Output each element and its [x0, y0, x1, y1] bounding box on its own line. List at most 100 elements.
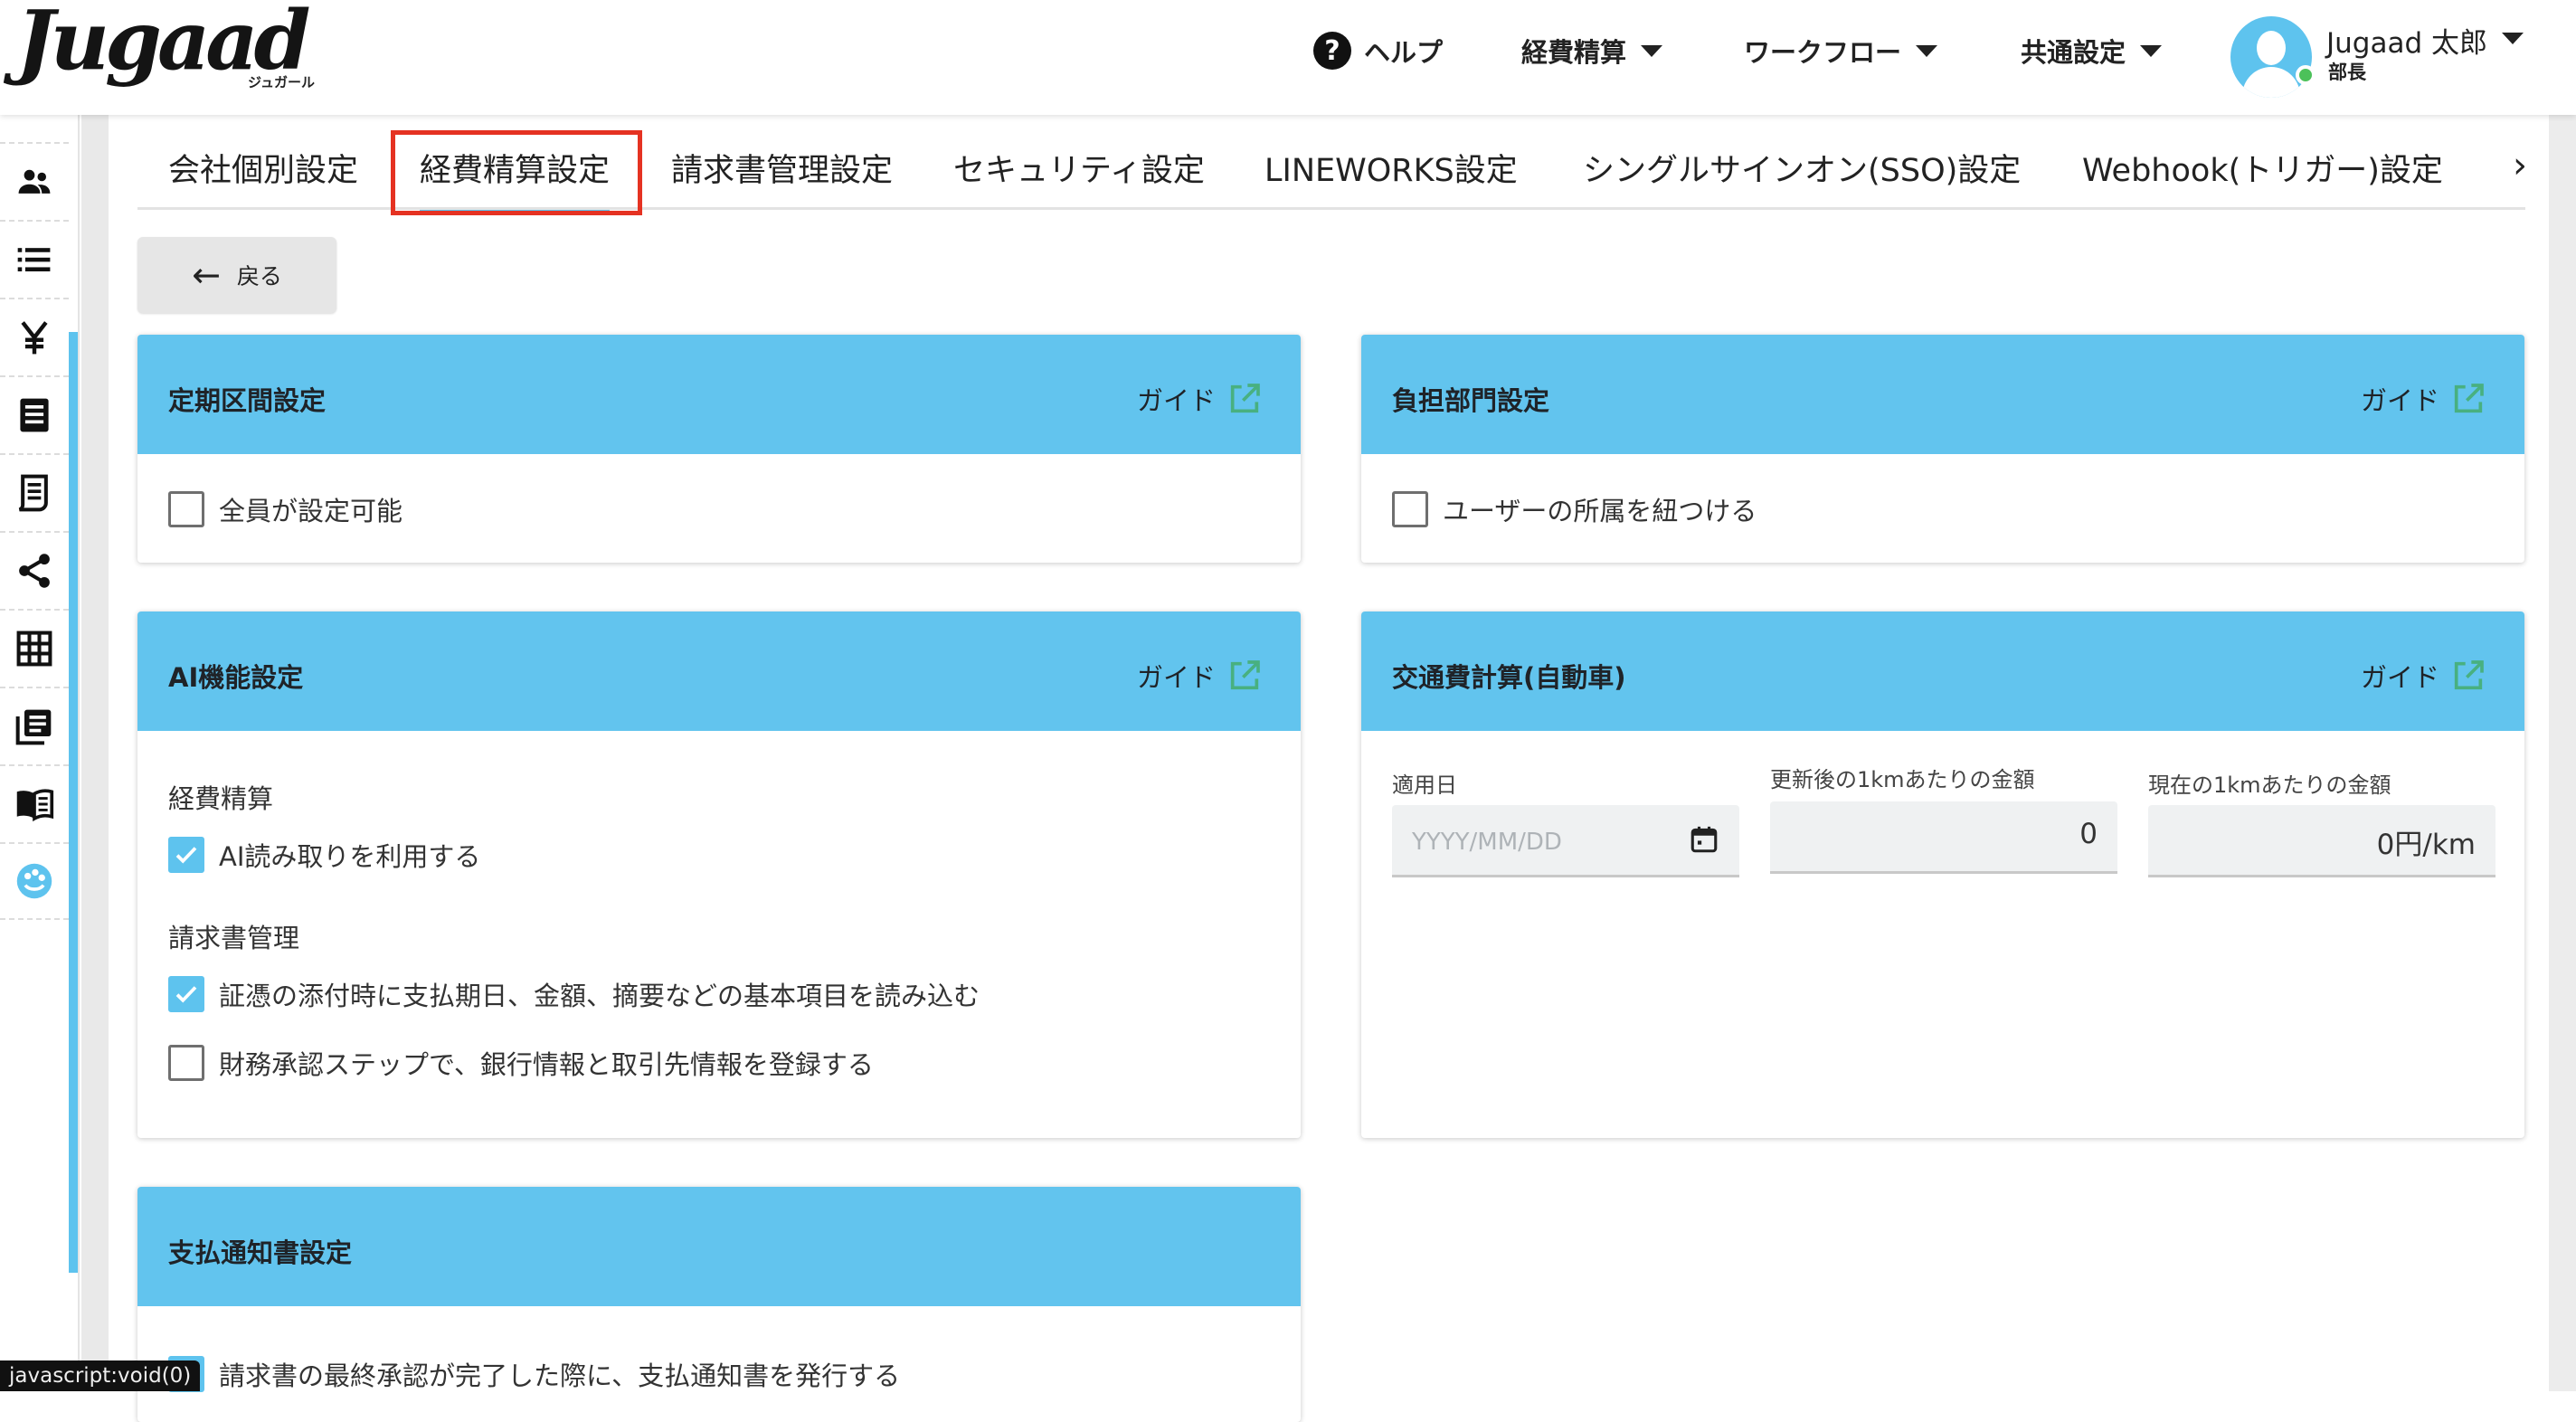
- content-right-gutter: [2549, 115, 2576, 1391]
- sidebar-item-invoices[interactable]: [0, 453, 69, 531]
- share-icon: [19, 554, 50, 588]
- checkbox-read-basic-fields[interactable]: 証憑の添付時に支払期日、金額、摘要などの基本項目を読み込む: [168, 975, 980, 1013]
- external-link-icon: [2454, 660, 2484, 690]
- chevron-down-icon: [1641, 44, 1663, 57]
- external-link-icon: [1230, 660, 1260, 690]
- nav-help-label: ヘルプ: [1364, 37, 1444, 68]
- checkbox-label: 財務承認ステップで、銀行情報と取引先情報を登録する: [219, 1049, 874, 1080]
- guide-label: ガイド: [1136, 385, 1216, 416]
- nav-help[interactable]: ? ヘルプ: [1313, 0, 1443, 101]
- apply-date-label: 適用日: [1392, 773, 1457, 798]
- calendar-icon[interactable]: [1689, 823, 1719, 856]
- check-icon: [175, 847, 197, 864]
- nav-workflow-label: ワークフロー: [1744, 37, 1902, 68]
- new-rate-label: 更新後の1kmあたりの金額: [1770, 767, 2035, 792]
- yen-icon: [21, 321, 48, 355]
- guide-link[interactable]: ガイド: [2361, 380, 2486, 418]
- checkbox-ai-ocr[interactable]: AI読み取りを利用する: [168, 836, 480, 874]
- section-label-invoice: 請求書管理: [168, 923, 300, 953]
- sidebar-item-documents[interactable]: [0, 375, 69, 453]
- apply-date-input[interactable]: YYYY/MM/DD: [1392, 805, 1739, 877]
- tab-scroll-right-icon[interactable]: ›: [2513, 145, 2527, 186]
- tab-webhook-settings[interactable]: Webhook(トリガー)設定: [2082, 145, 2443, 191]
- section-label-expense: 経費精算: [168, 783, 274, 814]
- card-header: 定期区間設定 ガイド: [137, 335, 1301, 454]
- user-role: 部長: [2328, 62, 2366, 83]
- avatar-body: [2242, 67, 2300, 98]
- sidebar-item-library[interactable]: [0, 687, 69, 764]
- users-icon: [18, 169, 51, 194]
- sidebar-item-list[interactable]: [0, 220, 69, 298]
- card-header: 交通費計算(自動車) ガイド: [1361, 611, 2524, 731]
- help-icon: ?: [1313, 32, 1351, 70]
- sidebar-item-grid[interactable]: [0, 609, 69, 687]
- checkbox-label: AI読み取りを利用する: [219, 841, 481, 872]
- jugaad-logo[interactable]: Jugaad ジュガール: [16, 0, 324, 96]
- logo-text: Jugaad: [16, 0, 311, 89]
- card-header: 負担部門設定 ガイド: [1361, 335, 2524, 454]
- sidebar-item-workflow[interactable]: [0, 531, 69, 609]
- sidebar-scrollbar[interactable]: [69, 332, 78, 1273]
- palette-icon: [16, 863, 52, 899]
- browser-status-bar: javascript:void(0): [0, 1360, 201, 1391]
- content-left-gutter: [81, 115, 109, 1391]
- checkbox[interactable]: [168, 491, 204, 527]
- guide-link[interactable]: ガイド: [2361, 657, 2486, 695]
- checkbox[interactable]: [1392, 491, 1428, 527]
- user-name[interactable]: Jugaad 太郎: [2326, 20, 2487, 61]
- sidebar-item-users[interactable]: [0, 142, 69, 220]
- chevron-down-icon: [1916, 44, 1938, 57]
- guide-link[interactable]: ガイド: [1137, 657, 1263, 695]
- payment-notice-card: 支払通知書設定 請求書の最終承認が完了した際に、支払通知書を発行する: [137, 1187, 1301, 1422]
- active-tab-highlight: [391, 130, 642, 215]
- user-menu-chevron-icon[interactable]: [2502, 33, 2524, 44]
- left-sidebar: [0, 115, 80, 1391]
- card-title: AI機能設定: [168, 662, 304, 693]
- checkbox-issue-payment-notice[interactable]: 請求書の最終承認が完了した際に、支払通知書を発行する: [168, 1355, 900, 1393]
- back-button[interactable]: ← 戻る: [137, 237, 336, 313]
- external-link-icon: [2454, 384, 2484, 413]
- tab-invoice-settings[interactable]: 請求書管理設定: [671, 145, 893, 191]
- date-placeholder: YYYY/MM/DD: [1412, 829, 1562, 856]
- card-header: 支払通知書設定: [137, 1187, 1301, 1306]
- card-title: 交通費計算(自動車): [1392, 662, 1626, 693]
- new-rate-value: 0: [2079, 818, 2098, 850]
- checkbox-all-users-can-set[interactable]: 全員が設定可能: [168, 490, 402, 528]
- current-rate-label: 現在の1kmあたりの金額: [2148, 773, 2391, 798]
- car-travel-cost-card: 交通費計算(自動車) ガイド 適用日 YYYY/MM/DD 更新後の1kmあたり…: [1361, 611, 2524, 1138]
- list-icon: [17, 248, 51, 272]
- current-rate-value: 0円/km: [2376, 829, 2476, 861]
- checkbox-register-bank-info[interactable]: 財務承認ステップで、銀行情報と取引先情報を登録する: [168, 1044, 874, 1082]
- tab-lineworks-settings[interactable]: LINEWORKS設定: [1264, 145, 1518, 191]
- current-rate-display: 0円/km: [2148, 805, 2496, 877]
- guide-link[interactable]: ガイド: [1137, 380, 1263, 418]
- checkbox-link-user-department[interactable]: ユーザーの所属を紐つける: [1392, 490, 1757, 528]
- nav-common-label: 共通設定: [2021, 37, 2126, 68]
- sidebar-item-manual[interactable]: [0, 764, 69, 842]
- check-icon: [175, 986, 197, 1003]
- nav-common-settings-menu[interactable]: 共通設定: [2021, 0, 2163, 101]
- new-rate-input[interactable]: 0: [1770, 801, 2117, 874]
- tab-company-settings[interactable]: 会社個別設定: [168, 145, 358, 191]
- sidebar-item-settings[interactable]: [0, 842, 69, 920]
- chevron-down-icon: [2140, 44, 2163, 57]
- guide-label: ガイド: [2360, 662, 2439, 693]
- ai-features-card: AI機能設定 ガイド 経費精算 AI読み取りを利用する 請求書管理 証憑の添付時…: [137, 611, 1301, 1138]
- guide-label: ガイド: [1136, 662, 1216, 693]
- tab-sso-settings[interactable]: シングルサインオン(SSO)設定: [1583, 145, 2021, 191]
- receipt-icon: [18, 474, 48, 512]
- nav-expense-menu[interactable]: 経費精算: [1521, 0, 1663, 101]
- card-title: 定期区間設定: [168, 385, 327, 416]
- user-avatar[interactable]: [2230, 16, 2312, 98]
- library-icon: [15, 709, 52, 745]
- commuter-pass-card: 定期区間設定 ガイド 全員が設定可能: [137, 335, 1301, 563]
- checkbox-label: 証憑の添付時に支払期日、金額、摘要などの基本項目を読み込む: [219, 981, 980, 1011]
- checkbox[interactable]: [168, 837, 204, 873]
- checkbox[interactable]: [168, 976, 204, 1012]
- checkbox[interactable]: [168, 1045, 204, 1081]
- sidebar-item-expense[interactable]: [0, 298, 69, 375]
- nav-workflow-menu[interactable]: ワークフロー: [1744, 0, 1938, 101]
- online-status-icon: [2296, 65, 2316, 85]
- tab-security-settings[interactable]: セキュリティ設定: [953, 145, 1205, 191]
- arrow-left-icon: ←: [192, 255, 221, 295]
